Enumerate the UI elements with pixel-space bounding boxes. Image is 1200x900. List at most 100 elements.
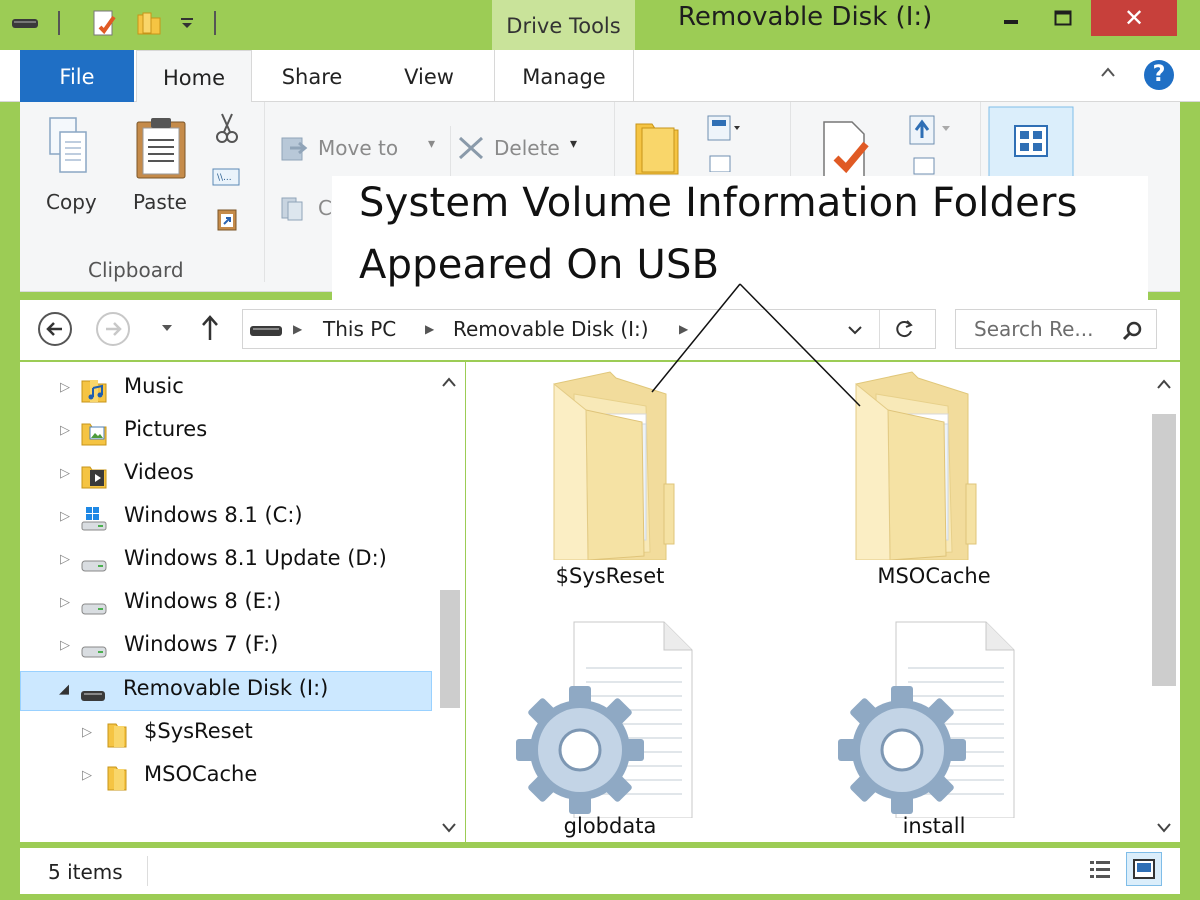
item-count: 5 items xyxy=(48,860,123,884)
paste-shortcut-icon[interactable] xyxy=(216,206,238,236)
tree-item-windows-8-1-update-d[interactable]: ▷ Windows 8.1 Update (D:) xyxy=(20,542,432,582)
breadcrumb-this-pc[interactable]: This PC xyxy=(323,310,396,348)
expand-arrow-icon[interactable]: ▷ xyxy=(82,725,92,740)
status-separator xyxy=(147,856,148,886)
scroll-down-icon[interactable] xyxy=(441,822,457,834)
collapse-arrow-icon[interactable]: ◢ xyxy=(59,682,69,697)
settings-file-icon xyxy=(516,621,693,818)
large-icons-view-button[interactable] xyxy=(1126,852,1162,886)
forward-button[interactable] xyxy=(96,312,130,346)
content-scrollbar[interactable] xyxy=(1148,362,1180,842)
recent-locations-icon[interactable] xyxy=(160,320,174,339)
copy-path-icon[interactable]: \\... xyxy=(212,166,240,192)
expand-arrow-icon[interactable]: ▷ xyxy=(60,552,70,567)
breadcrumb-separator[interactable]: ▶ xyxy=(679,310,688,348)
file-view: $SysReset MSOCache globdata install xyxy=(466,362,1148,842)
open-icon[interactable] xyxy=(904,112,960,180)
tab-share[interactable]: Share xyxy=(256,50,368,102)
address-history-icon[interactable] xyxy=(847,322,863,341)
tab-view[interactable]: View xyxy=(370,50,488,102)
search-icon[interactable] xyxy=(1122,320,1144,346)
chevron-down-icon[interactable]: ▾ xyxy=(570,136,577,152)
delete-button[interactable]: Delete xyxy=(494,136,560,160)
move-to-button[interactable]: Move to xyxy=(318,136,398,160)
svg-text:\\...: \\... xyxy=(217,173,232,183)
address-bar[interactable]: ▶ This PC ▶ Removable Disk (I:) ▶ xyxy=(242,309,936,349)
customize-quick-access-icon[interactable] xyxy=(176,8,198,38)
file-item-globdata[interactable]: globdata xyxy=(500,618,720,858)
toolbar-separator xyxy=(208,8,222,38)
collapse-ribbon-icon[interactable] xyxy=(1100,62,1116,83)
ribbon-separator xyxy=(264,102,265,282)
breadcrumb-separator[interactable]: ▶ xyxy=(425,310,434,348)
details-view-icon[interactable] xyxy=(1088,858,1112,886)
tree-item-windows-8-e[interactable]: ▷ Windows 8 (E:) xyxy=(20,585,432,625)
copy-to-icon[interactable] xyxy=(280,194,310,226)
scrollbar-thumb[interactable] xyxy=(440,590,460,708)
paste-button[interactable]: Paste xyxy=(133,190,187,214)
expand-arrow-icon[interactable]: ▷ xyxy=(82,768,92,783)
tab-manage[interactable]: Manage xyxy=(494,50,634,102)
expand-arrow-icon[interactable]: ▷ xyxy=(60,380,70,395)
maximize-icon xyxy=(1054,10,1072,26)
new-folder-icon[interactable] xyxy=(132,8,166,38)
tree-item-removable-disk-i[interactable]: ◢ Removable Disk (I:) xyxy=(20,671,432,711)
maximize-button[interactable] xyxy=(1040,0,1086,36)
search-input[interactable]: Search Re... xyxy=(955,309,1157,349)
scrollbar-thumb[interactable] xyxy=(1152,414,1176,686)
refresh-icon[interactable] xyxy=(893,318,915,344)
copy-button[interactable]: Copy xyxy=(46,190,97,214)
large-icons-view-icon xyxy=(1133,859,1155,879)
tree-item-label: Windows 8.1 Update (D:) xyxy=(124,546,387,570)
scroll-up-icon[interactable] xyxy=(1156,378,1172,390)
close-button[interactable]: ✕ xyxy=(1091,0,1177,36)
move-to-icon[interactable] xyxy=(280,134,310,166)
properties-icon[interactable] xyxy=(88,8,122,38)
window-frame: Drive Tools Removable Disk (I:) ✕ File H… xyxy=(0,0,1200,900)
expand-arrow-icon[interactable]: ▷ xyxy=(60,423,70,438)
breadcrumb-separator[interactable]: ▶ xyxy=(293,310,302,348)
tree-item-pictures[interactable]: ▷ Pictures xyxy=(20,413,432,453)
tree-item-videos[interactable]: ▷ Videos xyxy=(20,456,432,496)
chevron-down-icon[interactable]: ▾ xyxy=(428,136,435,152)
file-name: globdata xyxy=(563,814,657,838)
tab-file[interactable]: File xyxy=(20,50,134,102)
expand-arrow-icon[interactable]: ▷ xyxy=(60,509,70,524)
usb-drive-icon xyxy=(81,691,105,701)
delete-icon[interactable] xyxy=(456,134,486,166)
minimize-button[interactable] xyxy=(988,0,1034,36)
tree-item-windows-8-1-c[interactable]: ▷ Windows 8.1 (C:) xyxy=(20,499,432,539)
tree-item-label: Windows 8.1 (C:) xyxy=(124,503,303,527)
copy-to-button[interactable]: C xyxy=(318,196,332,220)
tree-item-music[interactable]: ▷ Music xyxy=(20,370,432,410)
scroll-down-icon[interactable] xyxy=(1156,822,1172,834)
navigation-bar: ▶ This PC ▶ Removable Disk (I:) ▶ Search… xyxy=(20,300,1180,360)
file-item-sysreset[interactable]: $SysReset xyxy=(500,362,720,602)
tree-item-label: Removable Disk (I:) xyxy=(123,676,329,700)
annotation-text-line-1: System Volume Information Folders xyxy=(359,180,1078,226)
tree-item-windows-7-f[interactable]: ▷ Windows 7 (F:) xyxy=(20,628,432,668)
tree-item-msocache[interactable]: ▷ MSOCache xyxy=(20,758,432,798)
scroll-up-icon[interactable] xyxy=(441,376,457,388)
tree-item-label: Windows 7 (F:) xyxy=(124,632,279,656)
back-button[interactable] xyxy=(38,312,72,346)
paste-icon[interactable] xyxy=(134,116,188,184)
cut-icon[interactable] xyxy=(216,112,238,150)
expand-arrow-icon[interactable]: ▷ xyxy=(60,595,70,610)
up-arrow-icon[interactable] xyxy=(200,314,220,346)
tree-item-sysreset[interactable]: ▷ $SysReset xyxy=(20,715,432,755)
file-item-msocache[interactable]: MSOCache xyxy=(824,362,1044,602)
expand-arrow-icon[interactable]: ▷ xyxy=(60,638,70,653)
expand-arrow-icon[interactable]: ▷ xyxy=(60,466,70,481)
new-folder-icon[interactable] xyxy=(632,114,682,182)
navigation-scrollbar[interactable] xyxy=(432,362,465,842)
drive-icon xyxy=(81,603,107,615)
copy-icon[interactable] xyxy=(46,114,92,182)
drive-icon xyxy=(249,322,283,342)
window-title: Removable Disk (I:) xyxy=(678,2,933,32)
tab-home[interactable]: Home xyxy=(136,50,252,103)
breadcrumb-removable-disk[interactable]: Removable Disk (I:) xyxy=(453,310,649,348)
help-icon[interactable]: ? xyxy=(1144,60,1174,90)
new-item-icon[interactable] xyxy=(706,112,746,176)
file-item-install[interactable]: install xyxy=(824,618,1044,858)
